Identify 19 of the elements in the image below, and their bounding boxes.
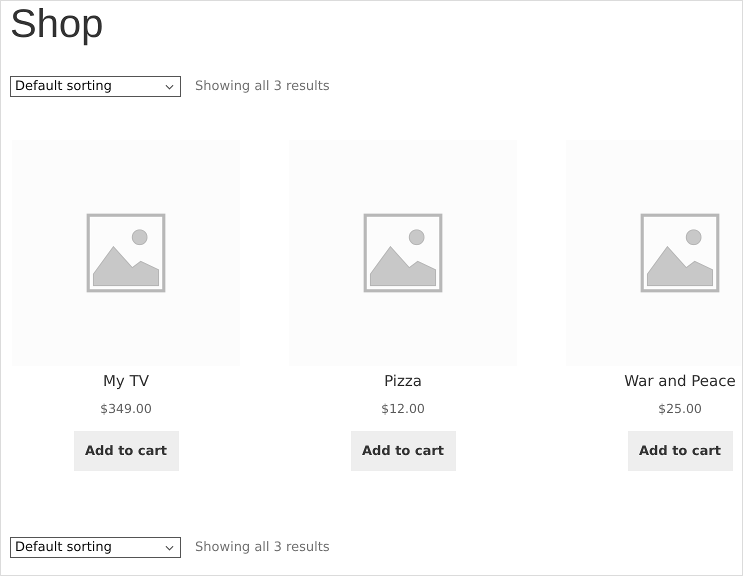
product-name: War and Peace — [624, 372, 736, 390]
result-count: Showing all 3 results — [195, 79, 330, 94]
product-name: Pizza — [384, 372, 422, 390]
add-to-cart-button[interactable]: Add to cart — [628, 431, 732, 471]
result-count: Showing all 3 results — [195, 540, 330, 555]
picture-icon — [361, 211, 445, 295]
product-price: $349.00 — [100, 401, 152, 416]
add-to-cart-button[interactable]: Add to cart — [74, 431, 178, 471]
sorting-dropdown[interactable]: Default sorting — [10, 537, 181, 558]
picture-icon — [638, 211, 722, 295]
product-price: $25.00 — [658, 401, 702, 416]
page-title: Shop — [10, 1, 104, 46]
chevron-down-icon — [165, 84, 174, 90]
product-price: $12.00 — [381, 401, 425, 416]
sorting-dropdown[interactable]: Default sorting — [10, 76, 181, 97]
product-name: My TV — [102, 372, 149, 390]
chevron-down-icon — [165, 544, 174, 550]
picture-icon — [84, 211, 168, 295]
add-to-cart-button[interactable]: Add to cart — [350, 431, 456, 471]
